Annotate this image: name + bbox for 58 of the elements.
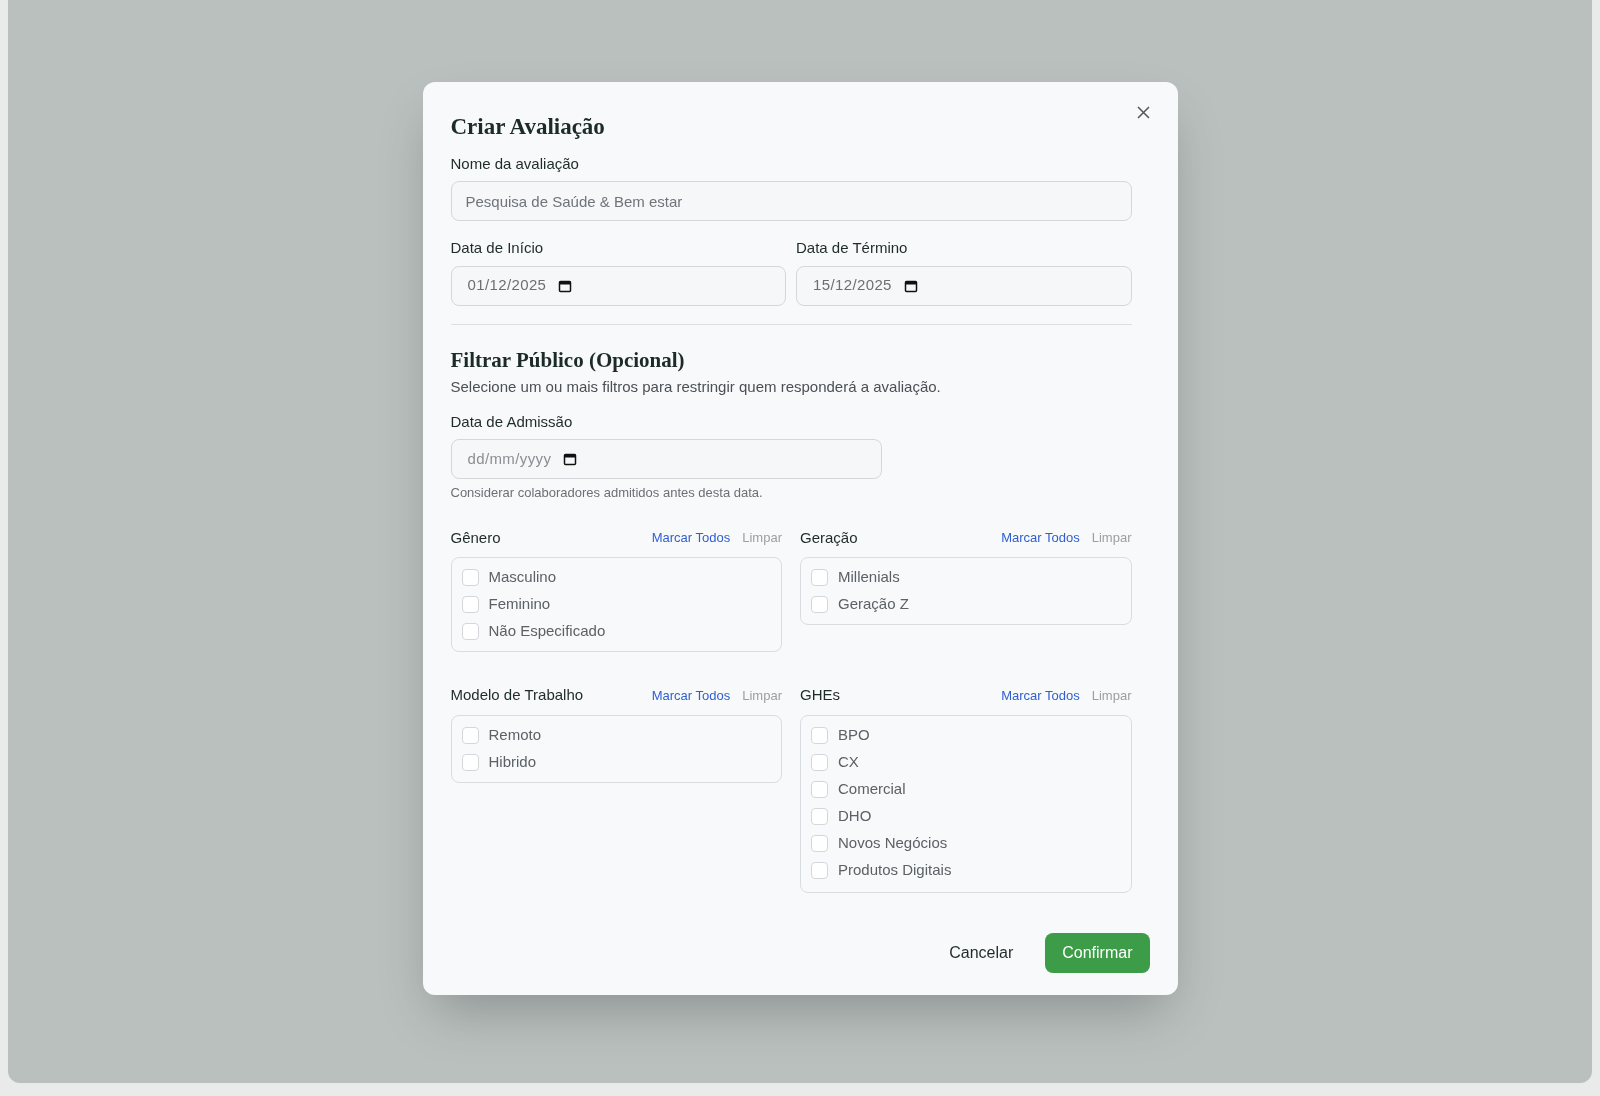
- checkbox-label: Não Especificado: [488, 621, 606, 642]
- checkbox[interactable]: [461, 623, 479, 640]
- checkbox[interactable]: [811, 834, 828, 852]
- checkbox[interactable]: [461, 753, 479, 771]
- checkbox-label: Comercial: [838, 778, 906, 799]
- cancel-button[interactable]: Cancelar: [945, 932, 1018, 973]
- checkbox-label: Masculino: [488, 567, 557, 588]
- field-label: Nome da avaliação: [450, 153, 580, 174]
- checkbox[interactable]: [461, 596, 479, 613]
- dialog-title: Criar Avaliação: [450, 113, 606, 141]
- checkbox[interactable]: [461, 726, 479, 744]
- end-date-field[interactable]: 15/12/2025: [796, 265, 1132, 306]
- checkbox-label: DHO: [838, 805, 872, 826]
- checkbox-label: CX: [838, 751, 859, 772]
- section-description: Selecione um ou mais filtros para restringir quem responderá a avaliação.: [450, 377, 942, 397]
- checkbox-label: Novos Negócios: [838, 832, 948, 853]
- checkbox-label: Remoto: [488, 724, 542, 745]
- start-date-field[interactable]: 01/12/2025: [450, 265, 786, 306]
- clear-link[interactable]: Limpar: [742, 528, 782, 548]
- calendar-icon[interactable]: [563, 452, 578, 466]
- checkbox-label: Hibrido: [488, 751, 537, 772]
- group-title: GHEs: [800, 685, 840, 705]
- clear-link[interactable]: Limpar: [1091, 528, 1132, 548]
- checkbox-label: BPO: [838, 724, 870, 745]
- checkbox[interactable]: [811, 726, 828, 744]
- confirm-button[interactable]: Confirmar: [1045, 932, 1150, 973]
- checkbox[interactable]: [811, 569, 828, 586]
- group-title: Geração: [800, 527, 858, 548]
- checkbox-label: Geração Z: [838, 594, 909, 615]
- checkbox[interactable]: [811, 596, 828, 613]
- checkbox[interactable]: [811, 807, 828, 825]
- field-label: Data de Admissão: [450, 411, 574, 432]
- select-all-link[interactable]: Marcar Todos: [1001, 685, 1080, 705]
- checkbox-label: Feminino: [488, 594, 551, 615]
- checkbox[interactable]: [811, 780, 828, 798]
- field-label: Data de Término: [796, 238, 909, 258]
- date-placeholder: dd/mm/yyyy: [467, 448, 552, 469]
- date-value: 01/12/2025: [467, 275, 547, 296]
- checkbox[interactable]: [811, 861, 828, 879]
- name-field[interactable]: Pesquisa de Saúde & Bem estar: [450, 181, 1132, 221]
- clear-link[interactable]: Limpar: [742, 685, 782, 705]
- checkbox[interactable]: [461, 569, 479, 586]
- calendar-icon[interactable]: [558, 278, 573, 293]
- group-title: Modelo de Trabalho: [450, 685, 584, 705]
- group-title: Gênero: [450, 527, 501, 548]
- calendar-icon[interactable]: [903, 278, 918, 293]
- select-all-link[interactable]: Marcar Todos: [651, 528, 731, 548]
- field-hint: Considerar colaboradores admitidos antes desta data.: [450, 484, 764, 502]
- date-value: 15/12/2025: [813, 275, 892, 296]
- admission-date-field[interactable]: dd/mm/yyyy: [450, 439, 882, 479]
- clear-link[interactable]: Limpar: [1091, 685, 1132, 705]
- select-all-link[interactable]: Marcar Todos: [1001, 528, 1080, 548]
- section-title: Filtrar Público (Opcional): [450, 346, 686, 374]
- checkbox-label: Produtos Digitais: [838, 859, 952, 880]
- checkbox-label: Millenials: [838, 567, 900, 588]
- select-all-link[interactable]: Marcar Todos: [651, 685, 731, 705]
- field-label: Data de Início: [450, 238, 545, 258]
- checkbox[interactable]: [811, 753, 828, 771]
